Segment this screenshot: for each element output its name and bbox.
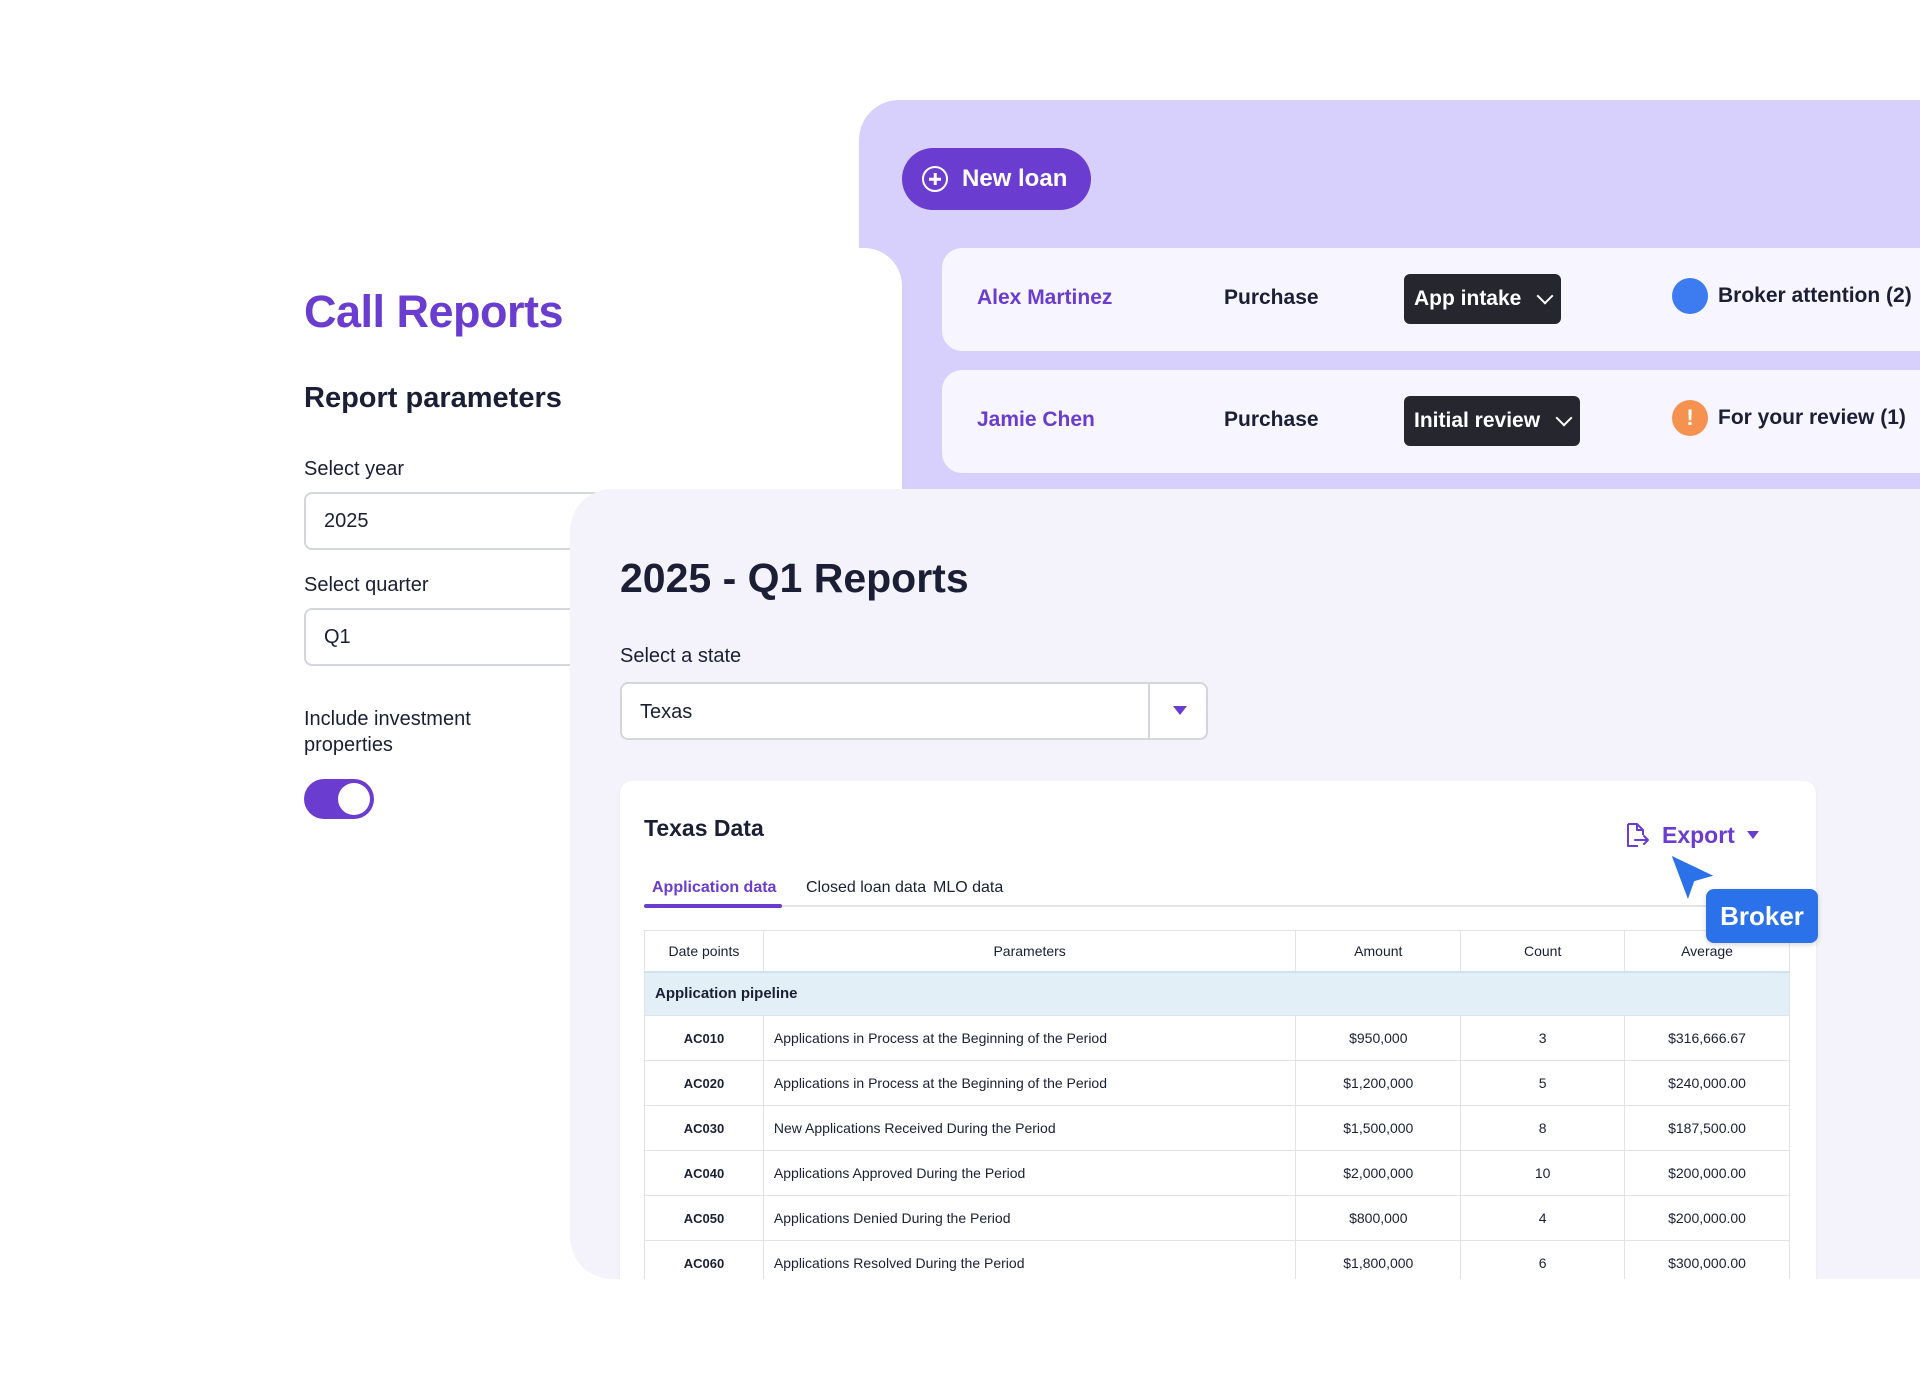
- column-header: Count: [1460, 930, 1626, 972]
- chevron-down-icon: [1536, 287, 1554, 305]
- row-average: $300,000.00: [1624, 1240, 1790, 1279]
- row-parameter: Applications in Process at the Beginning…: [762, 1060, 1297, 1106]
- state-data-card: Texas Data Export Application data Close…: [620, 781, 1816, 1279]
- row-average: $200,000.00: [1624, 1195, 1790, 1241]
- borrower-name-link[interactable]: Alex Martinez: [977, 286, 1112, 310]
- column-header: Amount: [1295, 930, 1462, 972]
- table-row[interactable]: AC050 Applications Denied During the Per…: [644, 1195, 1790, 1241]
- row-average: $240,000.00: [1624, 1060, 1790, 1106]
- row-count: 8: [1460, 1105, 1626, 1151]
- caret-down-icon[interactable]: [1173, 706, 1187, 715]
- row-average: $187,500.00: [1624, 1105, 1790, 1151]
- caret-down-icon: [1746, 831, 1759, 839]
- table-row[interactable]: AC020 Applications in Process at the Beg…: [644, 1060, 1790, 1106]
- stage-dropdown[interactable]: App intake: [1404, 274, 1562, 324]
- loan-status: ! For your review (1): [1672, 400, 1906, 436]
- call-reports-panel: Call Reports Report parameters Select ye…: [304, 286, 604, 819]
- row-code: AC010: [644, 1015, 764, 1061]
- stage-label: Initial review: [1414, 409, 1541, 432]
- select-state-label: Select a state: [620, 645, 742, 667]
- new-loan-button[interactable]: New loan: [902, 148, 1091, 210]
- investment-properties-toggle[interactable]: [304, 779, 374, 819]
- row-parameter: Applications Denied During the Period: [762, 1195, 1297, 1241]
- row-parameter: Applications Resolved During the Period: [762, 1240, 1297, 1279]
- row-parameter: Applications Approved During the Period: [762, 1150, 1297, 1196]
- row-code: AC020: [644, 1060, 764, 1106]
- row-count: 4: [1460, 1195, 1626, 1241]
- group-label: Application pipeline: [644, 970, 1790, 1016]
- status-label: Broker attention (2): [1718, 284, 1912, 307]
- table-row[interactable]: AC030 New Applications Received During t…: [644, 1105, 1790, 1151]
- row-code: AC030: [644, 1105, 764, 1151]
- page-title: Call Reports: [304, 286, 564, 337]
- table-row[interactable]: AC010 Applications in Process at the Beg…: [644, 1015, 1790, 1061]
- row-amount: $1,500,000: [1295, 1105, 1462, 1151]
- loan-row[interactable]: Alex Martinez Purchase App intake Broker…: [942, 248, 1920, 351]
- table-row[interactable]: AC040 Applications Approved During the P…: [644, 1150, 1790, 1196]
- year-input[interactable]: 2025: [304, 492, 604, 550]
- row-average: $200,000.00: [1624, 1150, 1790, 1196]
- row-amount: $1,800,000: [1295, 1240, 1462, 1279]
- application-data-table: Date points Parameters Amount Count Aver…: [644, 930, 1790, 1279]
- column-header: Date points: [644, 930, 764, 972]
- row-amount: $2,000,000: [1295, 1150, 1462, 1196]
- stage-label: App intake: [1414, 287, 1522, 310]
- row-amount: $1,200,000: [1295, 1060, 1462, 1106]
- state-select[interactable]: Texas: [620, 682, 1208, 740]
- row-count: 3: [1460, 1015, 1626, 1061]
- select-divider: [1148, 684, 1150, 738]
- tab-mlo-data[interactable]: MLO data: [925, 879, 1011, 897]
- new-loan-label: New loan: [962, 165, 1068, 192]
- table-header-row: Date points Parameters Amount Count Aver…: [644, 930, 1790, 972]
- export-button[interactable]: Export: [1622, 821, 1759, 849]
- alert-icon: !: [1672, 400, 1708, 436]
- data-card-title: Texas Data: [644, 815, 764, 841]
- row-average: $316,666.67: [1624, 1015, 1790, 1061]
- status-label: For your review (1): [1718, 406, 1906, 429]
- row-amount: $950,000: [1295, 1015, 1462, 1061]
- panel-notch: [859, 248, 902, 492]
- row-amount: $800,000: [1295, 1195, 1462, 1241]
- status-dot-icon: [1672, 278, 1708, 314]
- data-tabs: Application data Closed loan data MLO da…: [644, 871, 1790, 908]
- loan-type: Purchase: [1224, 408, 1319, 431]
- state-value: Texas: [640, 701, 693, 723]
- select-quarter-label: Select quarter: [304, 574, 429, 596]
- stage-dropdown[interactable]: Initial review: [1404, 396, 1581, 446]
- row-parameter: Applications in Process at the Beginning…: [762, 1015, 1297, 1061]
- report-parameters-heading: Report parameters: [304, 382, 562, 414]
- export-label: Export: [1662, 821, 1735, 848]
- loan-status: Broker attention (2): [1672, 278, 1912, 314]
- select-year-label: Select year: [304, 458, 405, 480]
- broker-collaborator-tag: Broker: [1706, 889, 1818, 943]
- tab-closed-loan-data[interactable]: Closed loan data: [798, 879, 934, 897]
- row-count: 6: [1460, 1240, 1626, 1279]
- reports-title: 2025 - Q1 Reports: [620, 555, 969, 601]
- row-parameter: New Applications Received During the Per…: [762, 1105, 1297, 1151]
- chevron-down-icon: [1555, 409, 1573, 427]
- investment-properties-label: Include investment properties: [304, 708, 471, 756]
- loan-type: Purchase: [1224, 286, 1319, 309]
- loan-row[interactable]: Jamie Chen Purchase Initial review ! For…: [942, 370, 1920, 473]
- tab-application-data[interactable]: Application data: [644, 879, 784, 897]
- export-file-icon: [1627, 823, 1649, 847]
- active-tab-indicator: [644, 904, 782, 908]
- row-code: AC050: [644, 1195, 764, 1241]
- table-row[interactable]: AC060 Applications Resolved During the P…: [644, 1240, 1790, 1279]
- borrower-name-link[interactable]: Jamie Chen: [977, 408, 1095, 432]
- column-header: Parameters: [762, 930, 1297, 972]
- group-row: Application pipeline: [644, 970, 1790, 1016]
- row-count: 10: [1460, 1150, 1626, 1196]
- toggle-knob: [338, 783, 370, 815]
- plus-circle-icon: [922, 166, 948, 192]
- quarter-input[interactable]: Q1: [304, 608, 604, 666]
- row-code: AC060: [644, 1240, 764, 1279]
- row-code: AC040: [644, 1150, 764, 1196]
- row-count: 5: [1460, 1060, 1626, 1106]
